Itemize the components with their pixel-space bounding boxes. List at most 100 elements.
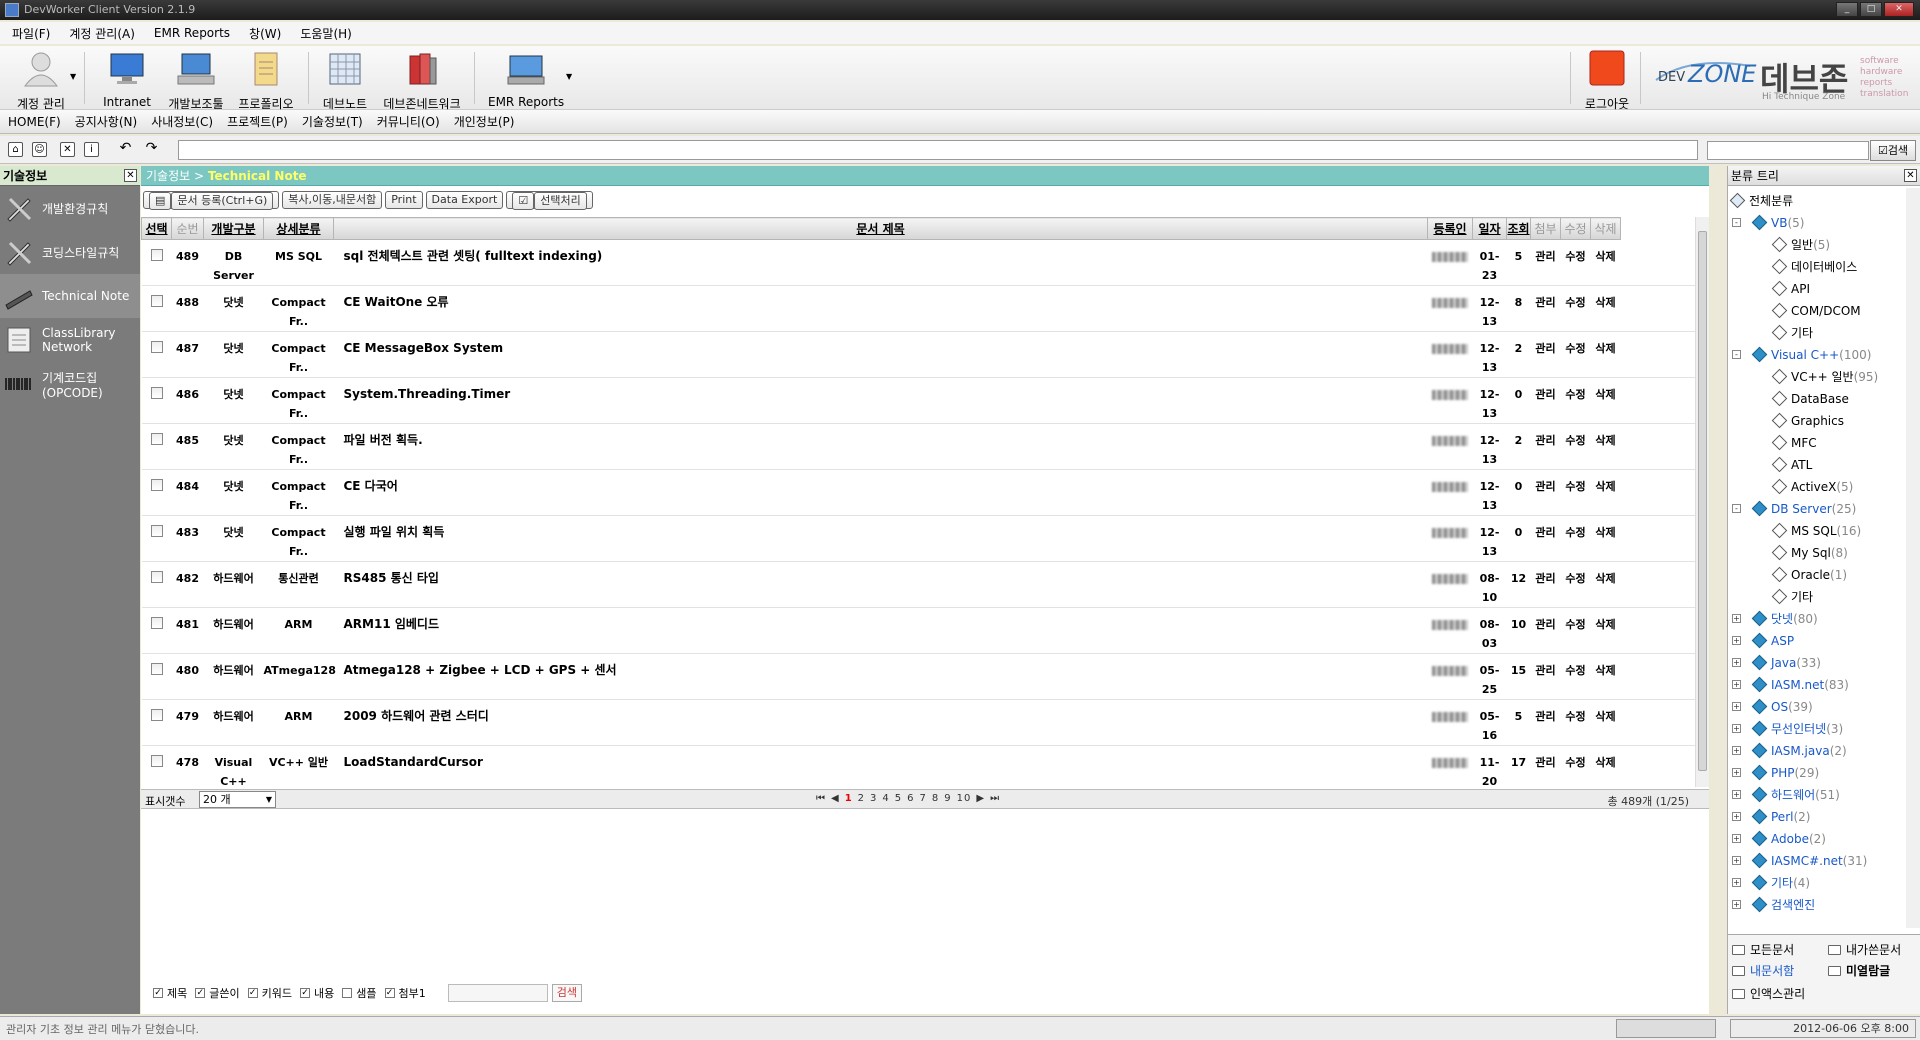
row-checkbox[interactable] — [150, 341, 163, 353]
row-delete[interactable]: 삭제 — [1590, 699, 1621, 746]
tree-category[interactable]: - DB Server(25) — [1728, 498, 1908, 520]
row-checkbox[interactable] — [150, 249, 163, 261]
row-manage[interactable]: 관리 — [1530, 699, 1561, 746]
row-delete[interactable]: 삭제 — [1590, 515, 1621, 562]
expand-icon[interactable]: + — [1732, 746, 1741, 755]
row-title[interactable]: 2009 하드웨어 관련 스터디 — [333, 699, 1428, 746]
row-edit[interactable]: 수정 — [1560, 285, 1591, 332]
row-manage[interactable]: 관리 — [1530, 653, 1561, 700]
tree-subcategory[interactable]: VC++ 일반(95) — [1728, 366, 1908, 388]
cb[interactable] — [141, 561, 172, 608]
row-title[interactable]: LoadStandardCursor — [333, 745, 1428, 787]
page-link[interactable]: 9 — [944, 793, 951, 804]
expand-icon[interactable]: + — [1732, 636, 1741, 645]
row-edit[interactable]: 수정 — [1560, 377, 1591, 424]
row-checkbox[interactable] — [150, 295, 163, 307]
tree-subcategory[interactable]: Graphics — [1728, 410, 1908, 432]
row-manage[interactable]: 관리 — [1530, 377, 1561, 424]
cb[interactable] — [141, 377, 172, 424]
table-row[interactable]: 486 닷넷 Compact Fr.. System.Threading.Timer 1… — [141, 377, 1695, 424]
inbox-box[interactable]: 내문서함 — [1732, 962, 1794, 979]
row-edit[interactable]: 수정 — [1560, 653, 1591, 700]
tree-subcategory[interactable]: MS SQL(16) — [1728, 520, 1908, 542]
data-export-button[interactable]: Data Export — [425, 191, 504, 209]
row-title[interactable]: ARM11 임베디드 — [333, 607, 1428, 654]
bulk-process-button[interactable]: ☑ 선택처리 — [506, 191, 593, 210]
row-delete[interactable]: 삭제 — [1590, 285, 1621, 332]
first-page-icon[interactable]: ⏮ — [816, 793, 826, 804]
register-doc-button[interactable]: ▤ 문서 등록(Ctrl+G) — [143, 191, 280, 210]
col-no[interactable]: 순번 — [171, 217, 204, 240]
tree-subcategory[interactable]: 기타 — [1728, 586, 1908, 608]
tree-subcategory[interactable]: ATL — [1728, 454, 1908, 476]
row-delete[interactable]: 삭제 — [1590, 469, 1621, 516]
cb[interactable] — [141, 285, 172, 332]
redo-icon[interactable]: ↷ — [144, 141, 159, 157]
page-link[interactable]: 6 — [907, 793, 914, 804]
expand-icon[interactable]: + — [1732, 724, 1741, 733]
table-row[interactable]: 488 닷넷 Compact Fr.. CE WaitOne 오류 12-13 8 관리 수정… — [141, 285, 1695, 332]
collapse-icon[interactable]: - — [1732, 350, 1741, 359]
row-title[interactable]: 실행 파일 위치 획득 — [333, 515, 1428, 562]
tree-category[interactable]: + PHP(29) — [1728, 762, 1908, 784]
tree-subcategory[interactable]: COM/DCOM — [1728, 300, 1908, 322]
menu-help[interactable]: 도움말(H) — [300, 25, 352, 42]
row-checkbox[interactable] — [150, 479, 163, 491]
tree-category[interactable]: + Perl(2) — [1728, 806, 1908, 828]
dropdown-arrow-icon[interactable]: ▼ — [566, 72, 572, 81]
tree-category[interactable]: + 하드웨어(51) — [1728, 784, 1908, 806]
menu-window[interactable]: 창(W) — [249, 25, 281, 42]
print-box[interactable]: 인액스관리 — [1732, 985, 1805, 1002]
row-title[interactable]: Atmega128 + Zigbee + LCD + GPS + 센서 — [333, 653, 1428, 700]
cb[interactable] — [141, 469, 172, 516]
close-button[interactable]: ✕ — [1884, 2, 1914, 17]
page-link[interactable]: 8 — [932, 793, 939, 804]
row-delete[interactable]: 삭제 — [1590, 653, 1621, 700]
col-views[interactable]: 조회 — [1506, 217, 1531, 240]
row-checkbox[interactable] — [150, 709, 163, 721]
col-date[interactable]: 일자 — [1472, 217, 1507, 240]
row-title[interactable]: CE MessageBox System — [333, 331, 1428, 378]
portfolio-button[interactable]: 프로폴리오 — [236, 50, 296, 112]
menu-account[interactable]: 계정 관리(A) — [69, 25, 135, 42]
table-row[interactable]: 478 Visual C++ VC++ 일반 LoadStandardCursor 11… — [141, 745, 1695, 787]
left-item-class-library[interactable]: ClassLibrary Network — [0, 318, 140, 362]
address-input[interactable] — [178, 140, 1698, 160]
expand-icon[interactable]: + — [1732, 768, 1741, 777]
tree-scrollbar[interactable] — [1906, 188, 1920, 928]
page-link[interactable]: 10 — [957, 793, 972, 804]
col-title[interactable]: 문서 제목 — [333, 217, 1428, 240]
tree-subcategory[interactable]: Oracle(1) — [1728, 564, 1908, 586]
row-edit[interactable]: 수정 — [1560, 745, 1591, 787]
cb[interactable] — [141, 239, 172, 286]
page-link[interactable]: 5 — [895, 793, 902, 804]
logout-button[interactable]: 로그아웃 — [1578, 50, 1636, 112]
row-manage[interactable]: 관리 — [1530, 285, 1561, 332]
filter-checkbox[interactable]: ✓ — [384, 988, 395, 998]
table-row[interactable]: 481 하드웨어 ARM ARM11 임베디드 08-03 10 관리 수정 삭제 — [141, 607, 1695, 654]
tree-subcategory[interactable]: 기타 — [1728, 322, 1908, 344]
devtool-button[interactable]: 개발보조툴 — [164, 50, 228, 112]
tree-category[interactable]: + Adobe(2) — [1728, 828, 1908, 850]
expand-icon[interactable]: + — [1732, 790, 1741, 799]
page-size-select[interactable]: 20 개 ▼ — [199, 791, 276, 808]
search-button[interactable]: ☑검색 — [1870, 140, 1916, 161]
tree-subcategory[interactable]: ActiveX(5) — [1728, 476, 1908, 498]
table-row[interactable]: 479 하드웨어 ARM 2009 하드웨어 관련 스터디 05-16 5 관리 수정 삭제 — [141, 699, 1695, 746]
table-scrollbar[interactable] — [1695, 217, 1709, 787]
search-input[interactable] — [1707, 141, 1869, 160]
last-page-icon[interactable]: ⏭ — [990, 793, 1000, 804]
tree-category[interactable]: + 검색엔진 — [1728, 894, 1908, 916]
collapse-icon[interactable]: - — [1732, 504, 1741, 513]
table-row[interactable]: 489 DB Server MS SQL sql 전체텍스트 관련 셋팅( fullt… — [141, 239, 1695, 286]
tree-category[interactable]: - Visual C++(100) — [1728, 344, 1908, 366]
page-link[interactable]: 7 — [920, 793, 927, 804]
filter-checkbox[interactable]: ✓ — [153, 988, 163, 998]
expand-icon[interactable]: + — [1732, 878, 1741, 887]
cb[interactable] — [141, 653, 172, 700]
filter-checkbox[interactable] — [342, 988, 353, 998]
expand-icon[interactable]: + — [1732, 658, 1741, 667]
expand-icon[interactable]: + — [1732, 812, 1741, 821]
row-manage[interactable]: 관리 — [1530, 423, 1561, 470]
row-edit[interactable]: 수정 — [1560, 561, 1591, 608]
